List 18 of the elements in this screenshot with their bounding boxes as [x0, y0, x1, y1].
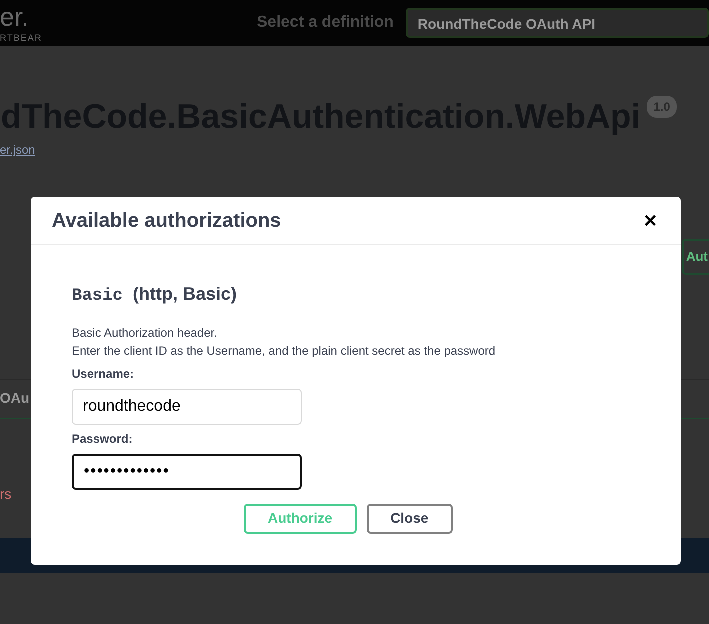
close-button[interactable]: ×	[640, 210, 661, 232]
close-button[interactable]: Close	[366, 504, 453, 534]
dialog-title: Available authorizations	[52, 208, 282, 232]
logo-text: er.	[0, 4, 30, 30]
description-text: Basic Authorization header.	[72, 324, 218, 342]
username-field[interactable]: roundthecode	[72, 388, 302, 424]
section-text: rs	[0, 486, 12, 502]
tag-name: OAu	[0, 389, 30, 408]
scheme-name: Basic	[72, 286, 124, 308]
scheme-type: (http, Basic)	[133, 283, 238, 306]
field-label: Username:	[72, 366, 136, 382]
definition-select[interactable]: RoundTheCode OAuth API	[406, 8, 709, 38]
password-field[interactable]: •••••••••••••	[72, 454, 302, 490]
field-label: Password:	[72, 430, 134, 448]
description-text: Enter the client ID as the Username, and the plain client secret as the password	[72, 342, 497, 360]
logo-subtext: RTBEAR	[0, 34, 44, 42]
definition-label: Select a definition	[257, 13, 394, 33]
spec-link[interactable]: er.json	[0, 141, 36, 159]
